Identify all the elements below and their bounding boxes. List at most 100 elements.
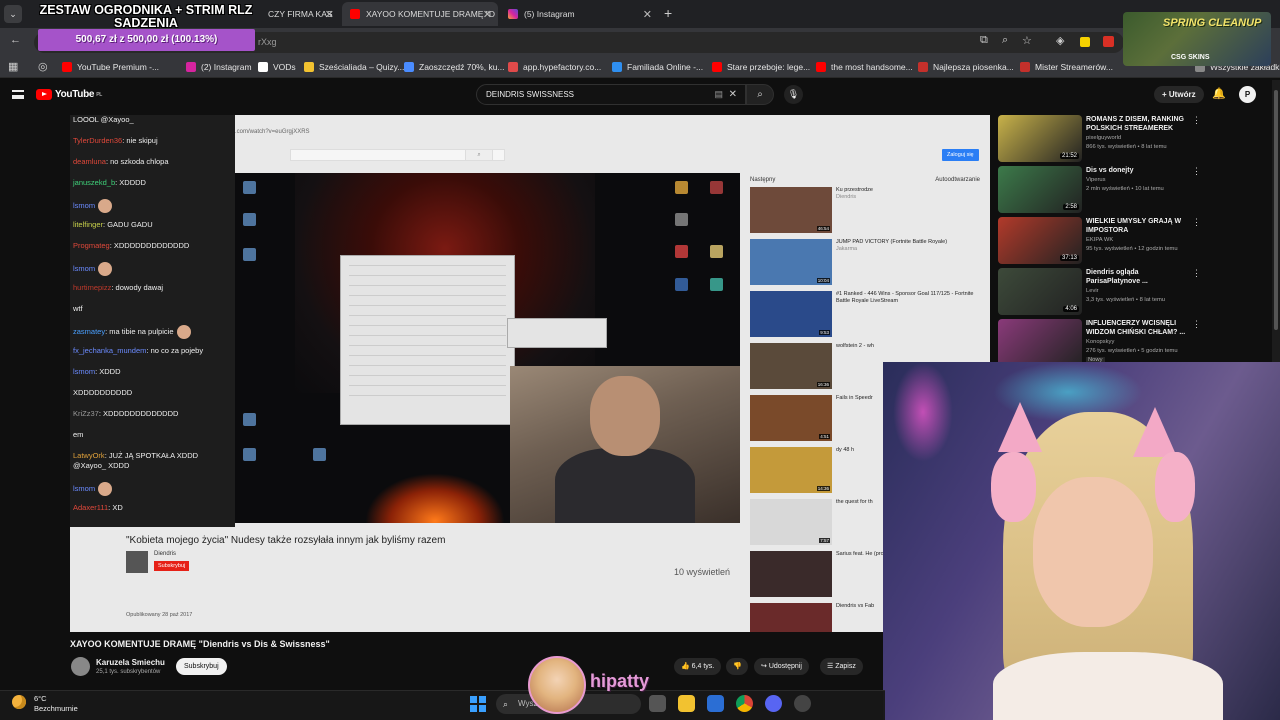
chat-username[interactable]: LatwyOrk [73,451,105,460]
share-button[interactable]: ↪ Udostępnij [754,658,809,675]
bookmark-item[interactable]: YouTube Premium -... [62,60,159,74]
chrome-icon[interactable] [736,695,753,712]
youtube-logo[interactable]: YouTube PL [36,89,102,100]
discord-icon[interactable] [765,695,782,712]
task-view-icon[interactable] [649,695,666,712]
bookmark-item[interactable]: Stare przeboje: lege... [712,60,810,74]
close-icon[interactable]: ✕ [325,8,334,21]
apps-grid-icon[interactable]: ▦ [8,60,18,73]
extension-red-icon[interactable] [1103,36,1114,47]
inner-upnext-text: wolfstein 2 - wh [836,343,874,389]
weather-moon-icon[interactable] [12,695,26,709]
tab-1[interactable]: CZY FIRMA KAS ✕ [260,2,340,26]
create-button[interactable]: + Utwórz [1154,86,1204,103]
chat-username[interactable]: Progmateg [73,241,110,250]
bookmark-item[interactable]: Mister Streamerów... [1020,60,1113,74]
weather-widget[interactable]: 6°C Bezchmurnie [34,694,78,714]
bookmark-misc-icon[interactable]: ◎ [38,60,48,73]
more-options-icon[interactable]: ⋮ [1192,166,1201,177]
related-video-thumbnail[interactable]: 4:06 [998,268,1082,315]
bookmark-item[interactable]: the most handsome... [816,60,913,74]
more-options-icon[interactable]: ⋮ [1192,217,1201,228]
keyboard-icon[interactable]: ▤ [714,85,723,104]
bookmark-item[interactable]: Sześcialiada – Quizy... [304,60,404,74]
chat-username[interactable]: deamluna [73,157,106,166]
related-video-item[interactable]: 37:13 WIELKIE UMYSŁY GRAJĄ W IMPOSTORA EKI… [998,217,1208,265]
menu-hamburger-icon[interactable] [12,90,24,99]
related-video-title[interactable]: INFLUENCERZY WCISNĘLI WIDZOM CHIŃSKI CHŁ… [1086,319,1186,337]
chat-username[interactable]: KriZz37 [73,409,99,418]
like-button[interactable]: 👍 6,4 tys. [674,658,722,675]
youtube-favicon-icon [350,9,360,19]
chat-username[interactable]: lsmom [73,264,95,273]
chat-username[interactable]: hurtimepizz [73,283,111,292]
dislike-button[interactable]: 👎 [726,658,748,675]
channel-name[interactable]: Karuzela Smiechu [96,658,165,667]
channel-avatar[interactable] [71,657,90,676]
inner-upnext-text: Ku przestrodze Diendris [836,187,873,233]
related-video-meta: 95 tys. wyświetleń • 12 godzin temu [1086,246,1178,252]
related-video-thumbnail[interactable]: 21:52 [998,115,1082,162]
video-duration-badge: 21:52 [1059,153,1079,159]
tab-3[interactable]: (5) Instagram ✕ [500,2,658,26]
zoom-icon[interactable]: ⌕ [1002,34,1008,47]
install-icon[interactable]: ⧉ [980,34,988,47]
related-video-title[interactable]: WIELKIE UMYSŁY GRAJĄ W IMPOSTORA [1086,217,1186,235]
related-video-item[interactable]: 4:06 Diendris ogląda ParisaPlatynove ... L… [998,268,1208,316]
store-icon[interactable] [707,695,724,712]
bookmark-star-icon[interactable]: ☆ [1022,34,1032,47]
share-icon: ↪ [761,663,767,670]
scrollbar-thumb[interactable] [1274,90,1278,330]
notifications-bell-icon[interactable]: 🔔 [1212,87,1226,100]
chat-username[interactable]: lsmom [73,201,95,210]
microphone-icon[interactable]: 🎙 [784,85,803,104]
back-arrow-icon[interactable]: ← [10,34,21,46]
related-video-item[interactable]: 21:52 ROMANS Z DISEM, RANKING POLSKICH ST… [998,115,1208,163]
related-video-thumbnail[interactable]: 2:58 [998,166,1082,213]
account-avatar[interactable]: P [1239,86,1256,103]
chat-username[interactable]: lsmom [73,367,95,376]
page-scrollbar[interactable] [1272,80,1280,362]
windows-start-icon[interactable] [470,696,486,712]
chat-message: Progmateg: XDDDDDDDDDDDDD [73,241,189,251]
related-video-title[interactable]: Dis vs donejty [1086,166,1186,175]
donation-goal-title: ZESTAW OGRODNIKA + STRIM RLZ SADZENIA [39,3,253,30]
tab-list-button[interactable]: ⌄ [4,5,22,23]
youtube-search-input[interactable]: DEINDRIS SWISSNESS ✕ ▤ [476,84,746,105]
extension-yellow-icon[interactable] [1080,37,1090,47]
tab-2[interactable]: XAYOO KOMENTUJE DRAMĘ "D ✕ [342,2,498,26]
bookmark-item[interactable]: Familiada Online -... [612,60,703,74]
bookmark-item[interactable]: Zaoszczędź 70%, ku... [404,60,505,74]
chat-username[interactable]: zasmatey [73,327,105,336]
chat-username[interactable]: januszekd_b [73,178,115,187]
related-video-title[interactable]: ROMANS Z DISEM, RANKING POLSKICH STREAME… [1086,115,1186,133]
close-icon[interactable]: ✕ [483,8,492,21]
clear-icon[interactable]: ✕ [729,85,737,104]
search-button[interactable]: ⌕ [746,84,774,105]
chat-username[interactable]: TylerDurden36 [73,136,122,145]
bookmark-item[interactable]: app.hypefactory.co... [508,60,601,74]
file-explorer-icon[interactable] [678,695,695,712]
more-options-icon[interactable]: ⋮ [1192,115,1201,126]
subscribe-button[interactable]: Subskrybuj [176,658,227,675]
save-button[interactable]: ☰ Zapisz [820,658,863,675]
chat-username[interactable]: litelfinger [73,220,103,229]
chat-username[interactable]: Adaxer111 [73,503,108,512]
inner-upnext-header: Następny Autoodtwarzanie [750,177,980,183]
bookmark-item[interactable]: Najlepsza piosenka... [918,60,1014,74]
chat-username[interactable]: fx_jechanka_mundem [73,346,146,355]
related-video-item[interactable]: 2:58 Dis vs donejty Viperus 2 mln wyświetle… [998,166,1208,214]
chat-username[interactable]: lsmom [73,484,95,493]
bookmark-item[interactable]: VODs [258,60,296,74]
related-video-thumbnail[interactable] [998,319,1082,366]
extension-icon[interactable]: ◈ [1056,34,1064,47]
more-options-icon[interactable]: ⋮ [1192,319,1201,330]
close-icon[interactable]: ✕ [643,8,652,21]
related-video-item[interactable]: INFLUENCERZY WCISNĘLI WIDZOM CHIŃSKI CHŁ… [998,319,1208,367]
more-options-icon[interactable]: ⋮ [1192,268,1201,279]
related-video-title[interactable]: Diendris ogląda ParisaPlatynove ... [1086,268,1186,286]
obs-icon[interactable] [794,695,811,712]
related-video-thumbnail[interactable]: 37:13 [998,217,1082,264]
bookmark-item[interactable]: (2) Instagram [186,60,252,74]
new-tab-icon[interactable]: + [664,5,672,21]
